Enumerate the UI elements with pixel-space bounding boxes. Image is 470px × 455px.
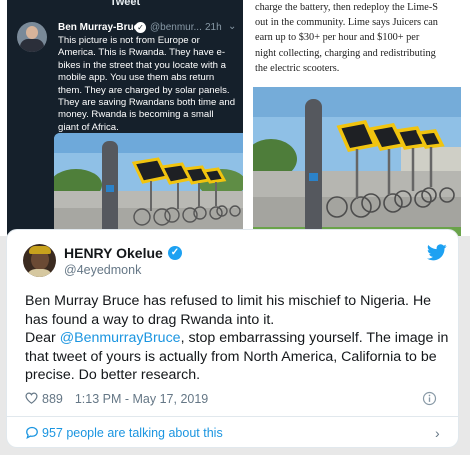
- bike-station-photo-right: [253, 87, 461, 236]
- conversation-link[interactable]: 957 people are talking about this: [25, 426, 223, 440]
- user-display-name[interactable]: HENRY Okelue: [64, 245, 163, 261]
- chevron-right-icon[interactable]: ›: [435, 425, 440, 441]
- article-text: charge the battery, then redeploy the Li…: [255, 2, 438, 74]
- conversation-count-text[interactable]: 957 people are talking about this: [42, 426, 223, 440]
- original-tweet-header: Tweet: [7, 0, 243, 13]
- original-author-handle: @benmur...: [150, 22, 202, 33]
- chevron-down-icon: ⌄: [228, 21, 237, 32]
- original-verified-icon: ✓: [135, 22, 146, 33]
- tweet-card[interactable]: HENRY Okelue ✓ @4eyedmonk Ben Murray Bru…: [6, 229, 459, 448]
- tweet-text-line1: Ben Murray Bruce has refused to limit hi…: [25, 293, 432, 328]
- user-handle[interactable]: @4eyedmonk: [64, 263, 141, 277]
- original-author-name: Ben Murray-Bruce: [58, 22, 145, 33]
- original-tweet-header-title: Tweet: [109, 0, 141, 8]
- tweet-text-line2: Dear @BenmurrayBruce, stop embarrassing …: [25, 329, 450, 385]
- original-tweet-time: 21h: [205, 22, 222, 33]
- tweet-meta: 889 1:13 PM - May 17, 2019: [25, 392, 208, 406]
- tweet-text-dear: Dear: [25, 330, 60, 347]
- speech-bubble-icon: [26, 426, 38, 439]
- mention-link[interactable]: @BenmurrayBruce: [60, 330, 181, 346]
- original-author-avatar: [17, 22, 47, 52]
- original-tweet-text: This picture is not from Europe or Ameri…: [58, 35, 236, 133]
- avatar[interactable]: [23, 244, 56, 277]
- tweet-timestamp[interactable]: 1:13 PM - May 17, 2019: [75, 392, 208, 406]
- info-icon[interactable]: [422, 391, 437, 406]
- twitter-bird-icon[interactable]: [427, 244, 447, 261]
- heart-icon[interactable]: [25, 392, 38, 404]
- tweet-text: Ben Murray Bruce has refused to limit hi…: [25, 292, 450, 385]
- embedded-screenshot-collage: Tweet Ben Murray-Bruce ✓ @benmur... 21h …: [0, 0, 470, 236]
- divider: [7, 416, 458, 417]
- article-screenshot: charge the battery, then redeploy the Li…: [250, 0, 463, 236]
- bike-station-photo-left: [54, 133, 243, 236]
- original-tweet-screenshot: Tweet Ben Murray-Bruce ✓ @benmur... 21h …: [7, 0, 243, 236]
- verified-icon: ✓: [168, 246, 182, 260]
- like-count[interactable]: 889: [42, 392, 63, 406]
